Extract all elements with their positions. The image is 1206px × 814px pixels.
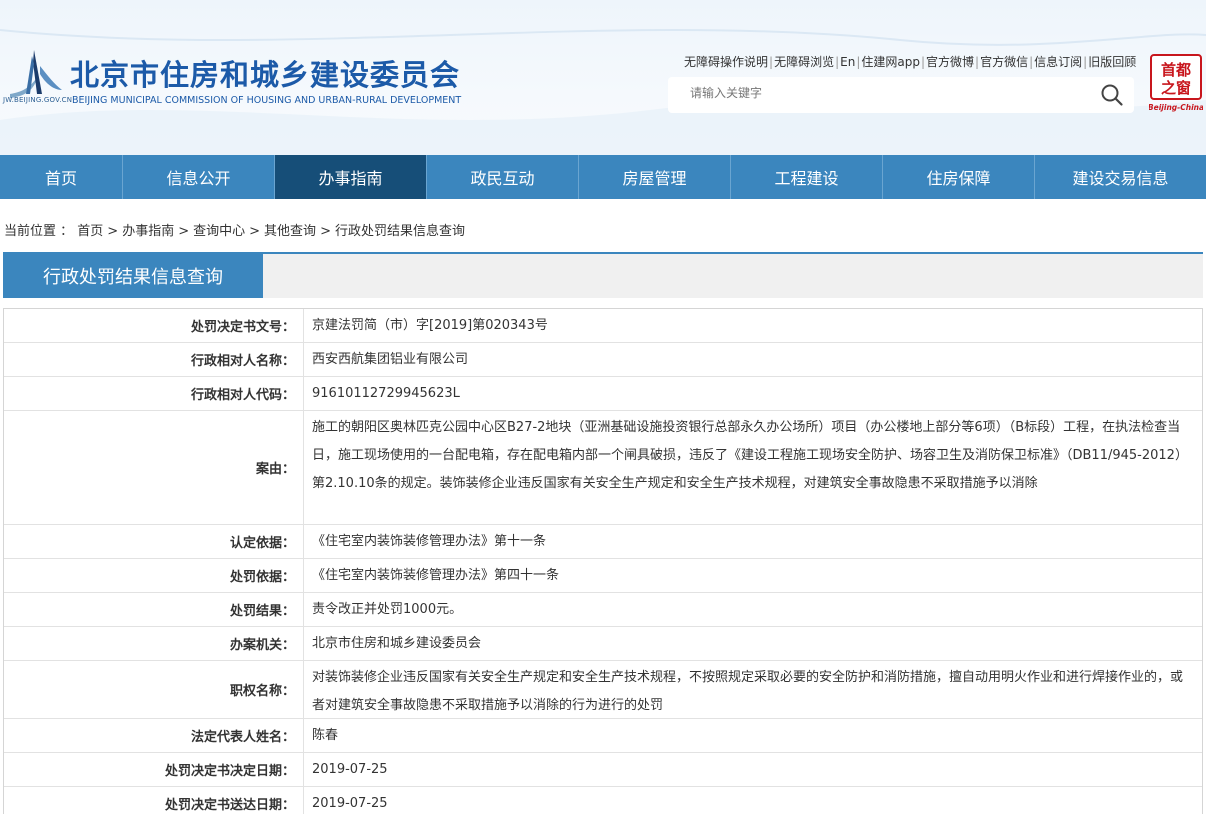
field-label: 处罚结果： bbox=[4, 593, 304, 626]
detail-row-penalty-basis: 处罚依据： 《住宅室内装饰装修管理办法》第四十一条 bbox=[4, 559, 1202, 593]
breadcrumb-separator: > bbox=[107, 224, 119, 239]
top-link-weibo[interactable]: 官方微博 bbox=[926, 55, 974, 69]
case-value: 施工的朝阳区奥林匹克公园中心区B27-2地块（亚洲基础设施投资银行总部永久办公场… bbox=[312, 420, 1188, 491]
breadcrumb-item-current[interactable]: 行政处罚结果信息查询 bbox=[335, 224, 465, 239]
top-link-accessible-browse[interactable]: 无障碍浏览 bbox=[774, 55, 834, 69]
breadcrumb-item-service-guide[interactable]: 办事指南 bbox=[122, 224, 174, 239]
divider: | bbox=[1029, 55, 1034, 69]
divider: | bbox=[856, 55, 861, 69]
site-subtitle: BEIJING MUNICIPAL COMMISSION OF HOUSING … bbox=[72, 95, 462, 106]
breadcrumb: 当前位置 ： 首页 > 办事指南 > 查询中心 > 其他查询 > 行政处罚结果信息查询 bbox=[4, 220, 465, 239]
section-title: 行政处罚结果信息查询 bbox=[3, 254, 263, 298]
search-input[interactable] bbox=[690, 86, 1090, 100]
badge-line1: 首都 bbox=[1161, 61, 1191, 79]
detail-row-party-code: 行政相对人代码： 91610112729945623L bbox=[4, 377, 1202, 411]
field-label: 处罚依据： bbox=[4, 559, 304, 592]
field-label: 认定依据： bbox=[4, 525, 304, 558]
breadcrumb-prefix: 当前位置 ： bbox=[4, 224, 74, 239]
penalty-detail-table: 处罚决定书文号： 京建法罚简（市）字[2019]第020343号 行政相对人名称… bbox=[3, 308, 1203, 814]
doc-no-value: 京建法罚简（市）字[2019]第020343号 bbox=[312, 318, 548, 333]
search-icon[interactable] bbox=[1100, 83, 1124, 107]
detail-row-doc-no: 处罚决定书文号： 京建法罚简（市）字[2019]第020343号 bbox=[4, 309, 1202, 343]
breadcrumb-separator: > bbox=[320, 224, 331, 239]
divider: | bbox=[835, 55, 840, 69]
breadcrumb-item-other-query[interactable]: 其他查询 bbox=[264, 224, 316, 239]
field-label: 行政相对人代码： bbox=[4, 377, 304, 410]
field-label: 办案机关： bbox=[4, 627, 304, 660]
detail-row-decision-date: 处罚决定书决定日期： 2019-07-25 bbox=[4, 753, 1202, 787]
nav-item-trading-info[interactable]: 建设交易信息 bbox=[1035, 155, 1206, 199]
detail-row-delivery-date: 处罚决定书送达日期： 2019-07-25 bbox=[4, 787, 1202, 814]
breadcrumb-separator: > bbox=[249, 224, 261, 239]
detail-row-legal-rep: 法定代表人姓名： 陈春 bbox=[4, 719, 1202, 753]
field-label: 法定代表人姓名： bbox=[4, 719, 304, 752]
nav-item-home[interactable]: 首页 bbox=[0, 155, 123, 199]
breadcrumb-item-query-center[interactable]: 查询中心 bbox=[193, 224, 245, 239]
delivery-date-value: 2019-07-25 bbox=[312, 796, 388, 811]
field-label: 职权名称： bbox=[4, 661, 304, 718]
field-label: 处罚决定书文号： bbox=[4, 309, 304, 342]
nav-item-info-disclosure[interactable]: 信息公开 bbox=[123, 155, 275, 199]
detail-row-party-name: 行政相对人名称： 西安西航集团铝业有限公司 bbox=[4, 343, 1202, 377]
nav-item-housing-management[interactable]: 房屋管理 bbox=[579, 155, 731, 199]
basis-value: 《住宅室内装饰装修管理办法》第十一条 bbox=[312, 534, 547, 549]
main-nav: 首页 信息公开 办事指南 政民互动 房屋管理 工程建设 住房保障 建设交易信息 bbox=[0, 155, 1206, 199]
nav-item-service-guide[interactable]: 办事指南 bbox=[275, 155, 427, 199]
divider: | bbox=[1083, 55, 1088, 69]
detail-row-result: 处罚结果： 责令改正并处罚1000元。 bbox=[4, 593, 1202, 627]
top-link-wechat[interactable]: 官方微信 bbox=[980, 55, 1028, 69]
logo-domain-text: JW.BEIJING.GOV.CN bbox=[3, 96, 73, 104]
badge-line2: 之窗 bbox=[1161, 79, 1191, 97]
breadcrumb-separator: > bbox=[178, 224, 190, 239]
divider: | bbox=[769, 55, 774, 69]
field-label: 案由： bbox=[4, 411, 304, 524]
detail-row-case: 案由： 施工的朝阳区奥林匹克公园中心区B27-2地块（亚洲基础设施投资银行总部永… bbox=[4, 411, 1202, 525]
breadcrumb-item-home[interactable]: 首页 bbox=[77, 224, 103, 239]
detail-row-basis: 认定依据： 《住宅室内装饰装修管理办法》第十一条 bbox=[4, 525, 1202, 559]
search-box bbox=[668, 77, 1134, 113]
legal-rep-value: 陈春 bbox=[312, 728, 339, 743]
field-label: 处罚决定书决定日期： bbox=[4, 753, 304, 786]
field-label: 行政相对人名称： bbox=[4, 343, 304, 376]
detail-row-authority: 办案机关： 北京市住房和城乡建设委员会 bbox=[4, 627, 1202, 661]
divider: | bbox=[975, 55, 980, 69]
nav-item-construction[interactable]: 工程建设 bbox=[731, 155, 883, 199]
decision-date-value: 2019-07-25 bbox=[312, 762, 388, 777]
nav-item-interaction[interactable]: 政民互动 bbox=[427, 155, 579, 199]
nav-item-housing-security[interactable]: 住房保障 bbox=[883, 155, 1035, 199]
result-value: 责令改正并处罚1000元。 bbox=[312, 602, 463, 617]
top-link-old-version[interactable]: 旧版回顾 bbox=[1088, 55, 1136, 69]
party-name-value: 西安西航集团铝业有限公司 bbox=[312, 352, 469, 367]
site-title[interactable]: 北京市住房和城乡建设委员会 bbox=[70, 52, 460, 94]
top-link-accessibility-guide[interactable]: 无障碍操作说明 bbox=[684, 55, 768, 69]
site-header: JW.BEIJING.GOV.CN 北京市住房和城乡建设委员会 BEIJING … bbox=[0, 0, 1206, 155]
top-link-english[interactable]: En bbox=[840, 55, 855, 69]
divider: | bbox=[920, 55, 925, 69]
power-value: 对装饰装修企业违反国家有关安全生产规定和安全生产技术规程，不按照规定采取必要的安… bbox=[312, 670, 1184, 713]
capital-window-badge-icon[interactable]: 首都 之窗 Beijing-China bbox=[1149, 53, 1203, 113]
top-links: 无障碍操作说明|无障碍浏览|En|住建网app|官方微博|官方微信|信息订阅|旧… bbox=[684, 53, 1136, 70]
field-label: 处罚决定书送达日期： bbox=[4, 787, 304, 814]
top-link-subscribe[interactable]: 信息订阅 bbox=[1034, 55, 1082, 69]
authority-value: 北京市住房和城乡建设委员会 bbox=[312, 636, 482, 651]
penalty-basis-value: 《住宅室内装饰装修管理办法》第四十一条 bbox=[312, 568, 560, 583]
badge-caption: Beijing-China bbox=[1149, 103, 1203, 112]
party-code-value: 91610112729945623L bbox=[312, 386, 460, 401]
top-link-app[interactable]: 住建网app bbox=[861, 55, 920, 69]
detail-row-power: 职权名称： 对装饰装修企业违反国家有关安全生产规定和安全生产技术规程，不按照规定… bbox=[4, 661, 1202, 719]
